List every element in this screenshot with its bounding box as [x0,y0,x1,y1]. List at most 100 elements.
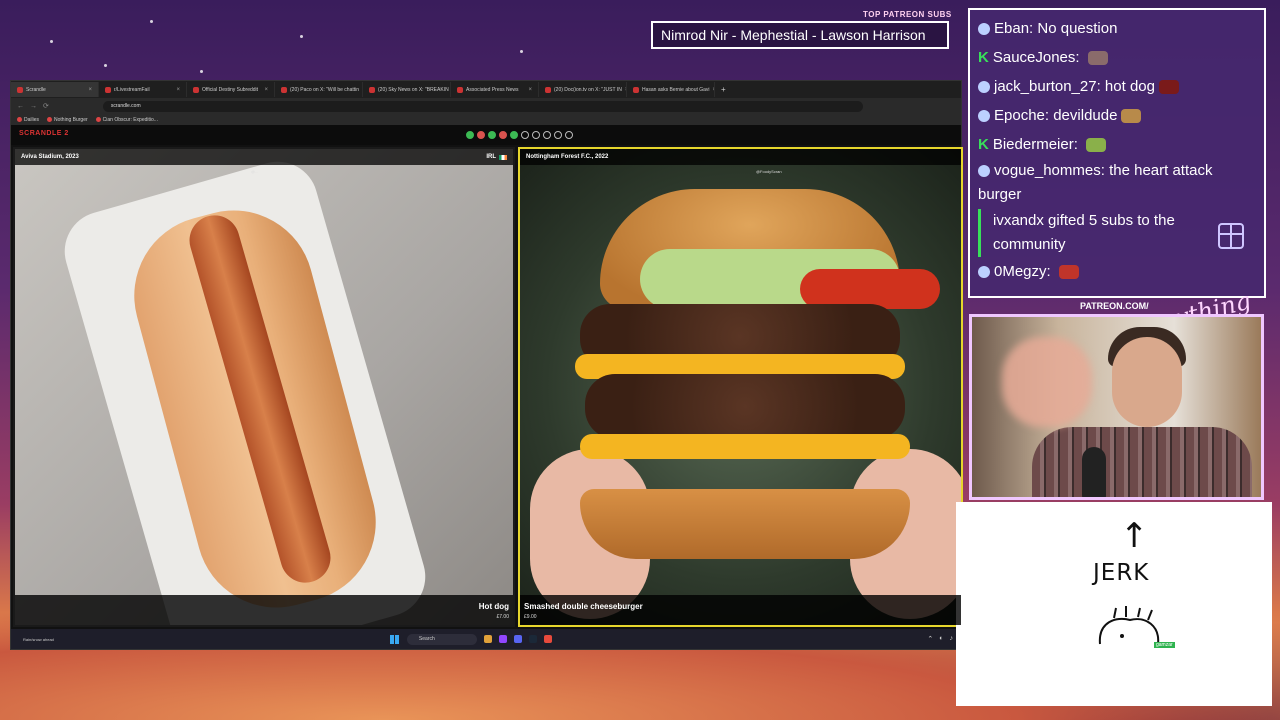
taskbar-search[interactable]: Search [406,633,477,645]
steam-icon[interactable] [528,635,537,643]
tomato [800,269,940,309]
kick-badge-icon: K [978,136,989,153]
user-badge-icon [978,165,990,178]
chat-username[interactable]: Eban [994,20,1029,37]
tab-label: Hasan asks Bernie about Gavi [642,86,710,93]
progress-dot [521,131,529,139]
bookmark-item[interactable]: Cian Obscur: Expeditio... [95,116,158,123]
chat-message: vogue_hommes: the heart attack burger [978,159,1256,207]
browser-tab[interactable]: (20) Sky News on X: "BREAKIN× [363,82,451,97]
tab-favicon-icon [193,86,199,93]
whiteboard[interactable]: ↑ JERK gamzar [956,502,1272,706]
progress-dot [510,131,518,139]
cursor-tag: gamzar [1154,642,1175,648]
chat-message: Eban: No question [978,14,1256,43]
close-icon[interactable]: × [88,87,92,93]
burger-photo [520,149,961,625]
volume-icon[interactable]: ♪ [950,635,954,643]
chat-separator: : [1075,49,1084,66]
chat-text: hot dog [1104,78,1155,95]
browser-tab[interactable]: Associated Press News × [451,82,539,97]
ireland-flag-icon [499,154,507,160]
forward-icon[interactable]: → [30,103,37,110]
discord-icon[interactable] [513,635,522,643]
close-icon[interactable]: × [264,87,268,93]
browser-tab[interactable]: r/LivestreamFail × [99,82,187,97]
tab-label: (20) Doc(ion.tv on X: "JUST IN [554,86,622,93]
browser-tab[interactable]: (20) Paco on X: "Will be chattin× [275,82,363,97]
browser-tab[interactable]: Scrandle × [11,82,99,97]
reload-icon[interactable]: ⟳ [43,102,49,110]
card-header: Nottingham Forest F.C., 2022 [520,149,961,165]
chat-username[interactable]: jack_burton_27 [994,78,1097,95]
chat-separator: : [1100,162,1110,179]
bookmark-icon [47,117,53,122]
address-bar[interactable]: scrandle.com [102,100,863,112]
progress-dot [532,131,540,139]
tab-favicon-icon [105,86,111,93]
bookmark-icon [95,117,101,122]
browser-tab[interactable]: Hasan asks Bernie about Gavi× [627,82,715,97]
round-progress [466,131,573,139]
chat-message: jack_burton_27: hot dog [978,72,1256,101]
patreon-label: PATREON.COM/ [1080,301,1149,311]
browser-tab[interactable]: Official Destiny Subreddit × [187,82,275,97]
close-icon[interactable]: × [176,87,180,93]
patreon-ticker: Nimrod Nir - Mephestial - Lawson Harriso… [651,21,949,49]
app-header: SCRANDLE 2 [11,125,961,145]
left-food-card[interactable]: Aviva Stadium, 2023 IRL @... Hot dog £7.… [13,147,515,627]
user-badge-icon [978,266,990,279]
chat-message: K SauceJones: [978,43,1256,72]
whiteboard-text: JERK [1093,560,1150,586]
progress-dot [554,131,562,139]
new-tab-button[interactable]: + [715,85,726,94]
chat-message: K Biedermeier: [978,130,1256,159]
venue-label: Aviva Stadium, 2023 [21,154,79,160]
address-row: ← → ⟳ scrandle.com [11,98,961,114]
cheese-bottom [580,434,910,459]
chat-username[interactable]: SauceJones [993,49,1076,66]
chat-message: Epoche: devildude [978,101,1256,130]
right-food-card[interactable]: Nottingham Forest F.C., 2022 @FoodyScran… [518,147,963,627]
chrome-icon[interactable] [543,635,552,643]
chevron-up-icon[interactable]: ⌃ [927,635,933,643]
venue-label: Nottingham Forest F.C., 2022 [526,154,609,160]
network-icon[interactable]: ◐ [939,635,943,643]
gift-sub-notice: ivxandx gifted 5 subs to the community [978,209,1244,257]
chat-username[interactable]: Epoche [994,107,1045,124]
weather-widget[interactable]: Rain/snow ahead [11,637,54,642]
microphone-icon [1082,447,1106,497]
file-explorer-icon[interactable] [483,635,492,643]
app-logo[interactable]: SCRANDLE 2 [19,130,69,137]
tab-label: Scrandle [26,86,46,93]
emote-icon [1158,80,1179,95]
progress-dot [488,131,496,139]
chat-separator: : [1096,78,1105,95]
emote-icon [1086,138,1107,153]
tab-label: Associated Press News [466,86,519,93]
user-badge-icon [978,110,990,123]
country-code: IRL [486,154,496,160]
streamer-face [1112,337,1182,427]
bookmark-label: Cian Obscur: Expeditio... [102,116,158,123]
user-badge-icon [978,23,990,36]
chat-separator: : [1046,263,1055,280]
browser-tab[interactable]: (20) Doc(ion.tv on X: "JUST IN× [539,82,627,97]
windows-start-icon[interactable] [389,634,399,644]
chat-username[interactable]: vogue_hommes [994,162,1101,179]
dish-price: £9.00 [524,614,537,620]
chat-username[interactable]: Biedermeier [993,136,1074,153]
bookmark-item[interactable]: Dailies [17,117,39,123]
twitch-icon[interactable] [498,635,507,643]
back-icon[interactable]: ← [17,103,24,110]
close-icon[interactable]: × [528,87,532,93]
tab-favicon-icon [633,86,639,93]
webcam-feed [969,314,1264,500]
card-footer: Hot dog £7.00 [15,595,513,625]
photo-credit: @FoodyScran [756,169,782,174]
chat-username[interactable]: 0Megzy [994,263,1047,280]
streamer-shirt [1032,427,1252,497]
bookmark-item[interactable]: Nothing Burger [47,117,88,123]
dish-name: Smashed double cheeseburger [524,602,643,611]
tab-favicon-icon [281,86,287,93]
